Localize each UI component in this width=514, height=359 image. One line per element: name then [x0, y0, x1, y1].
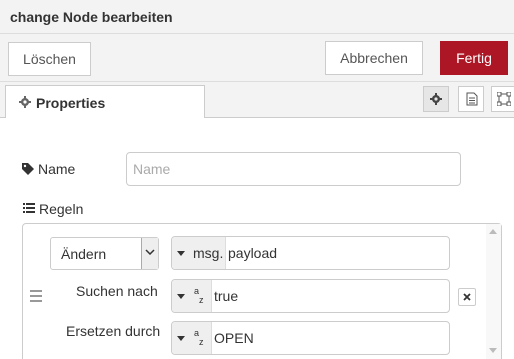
rules-label: Regeln	[39, 201, 84, 217]
caret-down-icon	[177, 294, 185, 299]
frame-icon	[497, 92, 511, 106]
caret-down-icon	[177, 251, 185, 256]
replace-value: OPEN	[214, 330, 254, 346]
tab-description[interactable]	[458, 86, 484, 112]
type-selector-button[interactable]: az	[172, 322, 212, 354]
replace-label: Ersetzen durch	[66, 323, 161, 339]
rule-action-select[interactable]: Ändern	[50, 237, 159, 270]
tag-icon	[22, 163, 34, 175]
chevron-down-icon[interactable]	[141, 238, 158, 269]
rule-action-value: Ändern	[61, 246, 107, 262]
search-value-input[interactable]: az true	[171, 279, 450, 313]
scroll-up-arrow-icon[interactable]	[489, 229, 497, 234]
drag-handle-icon[interactable]	[30, 290, 42, 302]
list-icon	[23, 203, 35, 213]
tray-toolbar: Löschen Abbrechen Fertig	[0, 34, 514, 82]
rule-target-input[interactable]: msg. payload	[171, 236, 450, 270]
tray-title: change Node bearbeiten	[10, 9, 173, 25]
gear-icon	[19, 96, 31, 108]
msg-type-label: msg.	[193, 245, 224, 261]
name-input[interactable]: Name	[126, 152, 461, 186]
type-selector-button[interactable]: msg.	[172, 237, 226, 269]
tabs-bar: Properties	[0, 82, 514, 119]
scroll-down-arrow-icon[interactable]	[489, 348, 497, 353]
string-az-icon: az	[194, 328, 204, 347]
name-label: Name	[38, 161, 76, 177]
replace-value-input[interactable]: az OPEN	[171, 321, 450, 355]
rules-scrollbar[interactable]	[486, 224, 501, 359]
delete-button[interactable]: Löschen	[8, 42, 91, 76]
caret-down-icon	[177, 336, 185, 341]
search-value: true	[214, 288, 239, 304]
cancel-button[interactable]: Abbrechen	[325, 41, 423, 75]
string-az-icon: az	[194, 286, 204, 305]
tab-properties[interactable]: Properties	[5, 85, 205, 119]
tray-header: change Node bearbeiten	[0, 0, 514, 34]
done-button[interactable]: Fertig	[440, 41, 508, 75]
tab-appearance[interactable]	[491, 86, 514, 112]
close-icon	[463, 293, 471, 301]
tab-properties-label: Properties	[36, 95, 106, 111]
search-label: Suchen nach	[76, 283, 158, 299]
type-selector-button[interactable]: az	[172, 280, 212, 312]
rule-target-value: payload	[228, 245, 278, 261]
tab-settings[interactable]	[423, 86, 449, 112]
remove-rule-button[interactable]	[458, 288, 476, 306]
gear-icon	[430, 93, 442, 105]
file-icon	[466, 92, 478, 106]
